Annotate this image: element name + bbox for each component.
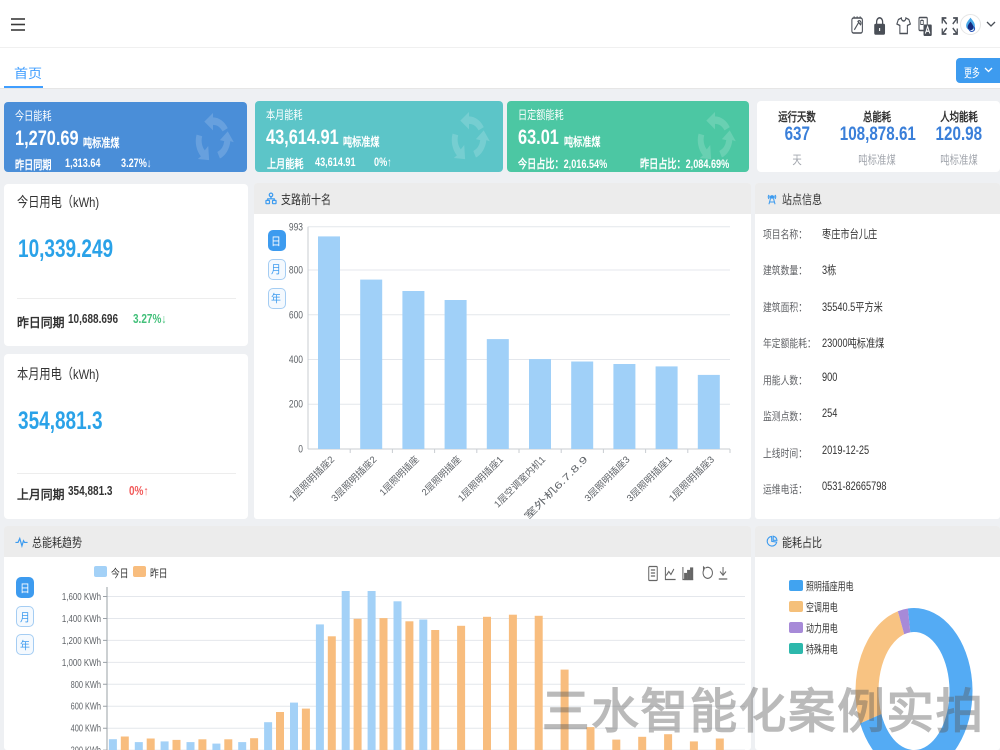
- svg-text:1,200 KWh: 1,200 KWh: [62, 635, 101, 647]
- svg-text:1,400 KWh: 1,400 KWh: [62, 613, 101, 625]
- svg-text:1层照明插座3: 1层照明插座3: [666, 454, 717, 505]
- svg-text:1,600 KWh: 1,600 KWh: [62, 591, 101, 603]
- svg-text:3层照明插座2: 3层照明插座2: [329, 454, 380, 505]
- svg-text:1层照明插座: 1层照明插座: [377, 453, 422, 498]
- svg-text:400: 400: [289, 354, 303, 366]
- svg-text:800: 800: [289, 265, 303, 277]
- svg-text:0: 0: [298, 444, 303, 456]
- svg-text:993: 993: [289, 221, 303, 233]
- svg-text:200: 200: [289, 399, 303, 411]
- svg-text:600: 600: [289, 309, 303, 321]
- svg-text:2层照明插座: 2层照明插座: [419, 453, 464, 498]
- svg-text:1,000 KWh: 1,000 KWh: [62, 657, 101, 669]
